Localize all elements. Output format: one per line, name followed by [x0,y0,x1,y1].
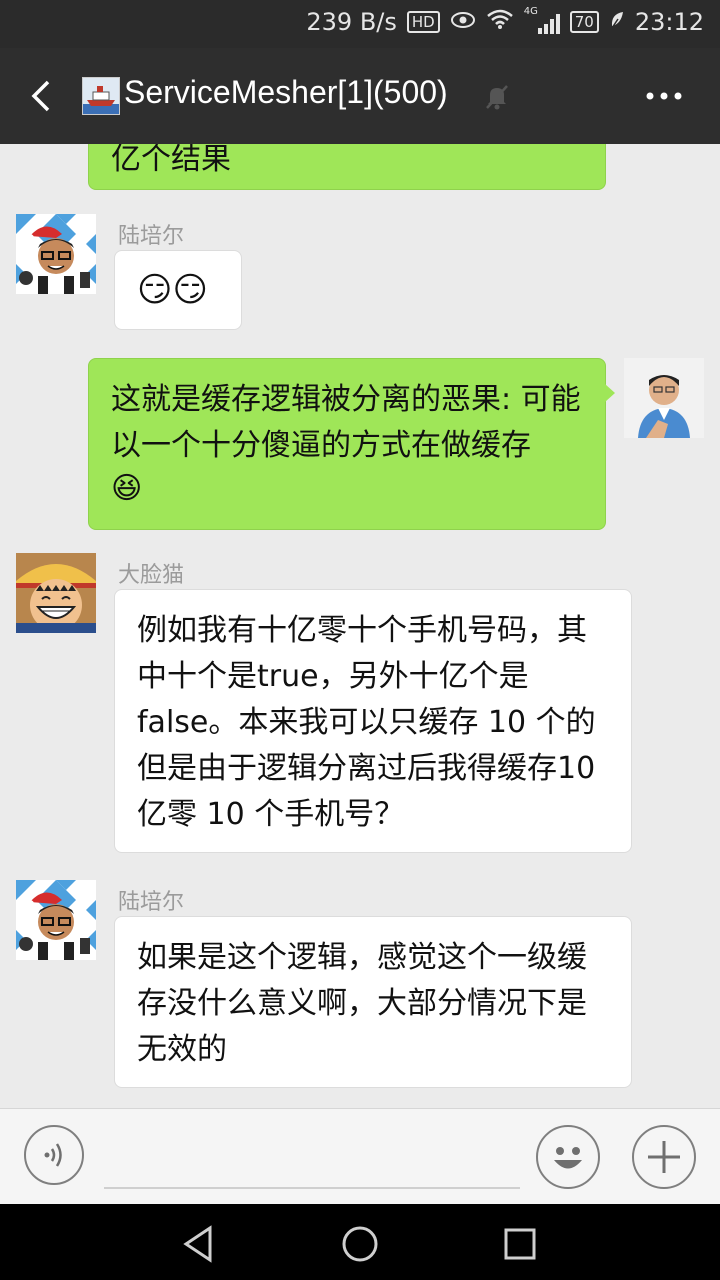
more-dots-icon [646,92,682,100]
plus-icon [648,1141,680,1173]
battery-indicator: 70 [569,11,599,33]
chat-messages[interactable]: 亿个结果 陆培尔 😏😏 这就是缓存逻辑被分离的恶果: 可能以一个十分傻逼的方式在… [0,144,720,1108]
ship-icon [83,78,119,114]
group-avatar [82,77,120,115]
message-bubble[interactable]: 这就是缓存逻辑被分离的恶果: 可能以一个十分傻逼的方式在做缓存 😆 [88,358,606,530]
message-input[interactable] [104,1187,520,1189]
more-options-button[interactable] [644,86,684,106]
leaf-icon [609,8,625,36]
eye-icon [450,8,476,36]
sender-name: 陆培尔 [118,224,185,249]
nav-back-button[interactable] [180,1224,220,1264]
mute-bell-icon [482,82,512,112]
input-bar [0,1108,720,1205]
clock: 23:12 [634,8,704,36]
sender-name: 大脸猫 [118,563,185,588]
message-text: 亿个结果 [111,144,231,177]
voice-button[interactable] [24,1125,84,1185]
message-bubble[interactable]: 😏😏 [114,250,242,330]
emoji-button[interactable] [536,1125,600,1189]
avatar[interactable] [16,553,96,633]
avatar[interactable] [16,880,96,960]
triangle-back-icon [183,1225,212,1263]
message-text: 这就是缓存逻辑被分离的恶果: 可能以一个十分傻逼的方式在做缓存 [111,382,581,463]
smiley-icon [554,1147,582,1169]
chat-header: ServiceMesher[1](500) [0,48,720,144]
message-text: 例如我有十亿零十个手机号码，其中十个是true，另外十亿个是false。本来我可… [137,613,596,832]
nav-recents-button[interactable] [500,1224,540,1264]
message-text: 如果是这个逻辑，感觉这个一级缓存没什么意义啊，大部分情况下是无效的 [137,940,587,1067]
message-bubble[interactable]: 例如我有十亿零十个手机号码，其中十个是true，另外十亿个是false。本来我可… [114,589,632,853]
status-indicators: 239 B/s HD 4G 70 23:12 [306,6,704,36]
message-emoji: 😆 [111,471,143,506]
avatar[interactable] [16,214,96,294]
message-emoji: 😏😏 [137,270,208,310]
network-label: 4G [523,6,538,17]
avatar[interactable] [624,358,704,438]
message-bubble[interactable]: 如果是这个逻辑，感觉这个一级缓存没什么意义啊，大部分情况下是无效的 [114,916,632,1088]
square-recents-icon [504,1228,536,1260]
status-bar: 239 B/s HD 4G 70 23:12 [0,0,720,48]
wifi-icon [486,8,514,36]
system-nav-bar [0,1204,720,1280]
bubble-tail [605,384,615,402]
signal-icon: 4G [524,6,560,34]
net-speed: 239 B/s [306,8,397,36]
message-bubble[interactable]: 亿个结果 [88,144,606,190]
chat-title: ServiceMesher[1](500) [124,74,448,110]
more-actions-button[interactable] [632,1125,696,1189]
hd-badge: HD [406,11,440,33]
voice-icon [44,1143,62,1167]
sender-name: 陆培尔 [118,890,185,915]
chevron-left-icon [31,80,50,112]
nav-home-button[interactable] [340,1224,380,1264]
circle-home-icon [342,1226,378,1262]
back-button[interactable] [22,76,62,116]
